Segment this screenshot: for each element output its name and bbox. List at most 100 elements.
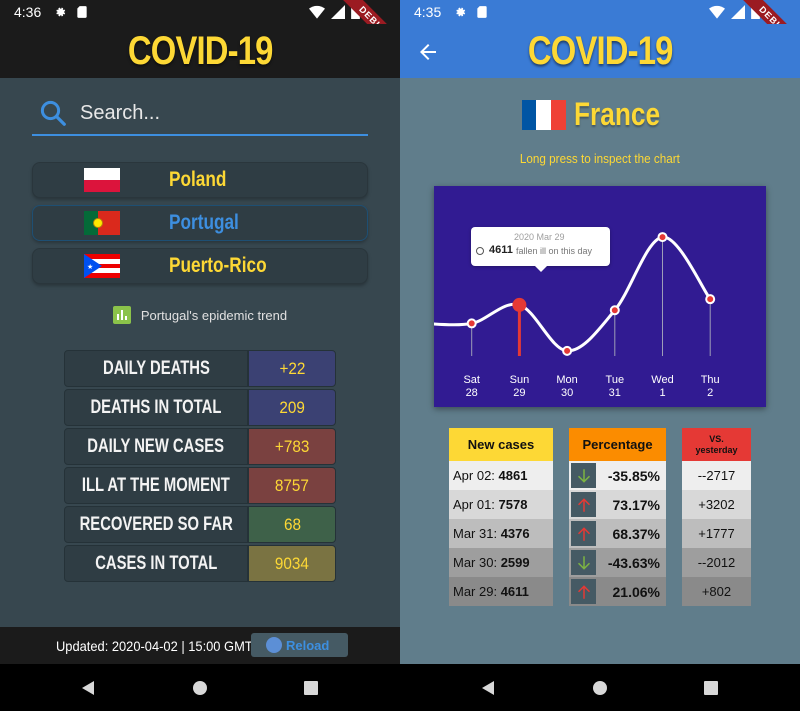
status-bar: 4:35 [400,0,800,24]
x-tick-day: Thu [701,374,720,386]
puerto-rico-flag-icon: ★ [84,254,120,278]
data-point[interactable] [562,345,573,356]
vs-yesterday-cell: +802 [682,577,751,606]
stat-value: 9034 [274,553,310,573]
left-screen: 4:36 DEBUG COVID-19 Poland Portu [0,0,400,664]
reload-button[interactable]: Reload [251,633,348,657]
stat-label: ILL AT THE MOMENT [82,474,230,496]
updated-label: Updated: 2020-04-02 | 15:00 GMT [56,637,253,654]
stat-label: DEATHS IN TOTAL [90,396,222,418]
battery-icon [751,5,760,19]
percentage-cell: -35.85% [569,461,666,490]
country-item-poland[interactable]: Poland [32,162,368,198]
new-cases-cell: Apr 02: 4861 [449,461,553,490]
nav-back-icon[interactable] [80,680,96,696]
chart-svg: Fri27Sat28Sun29Mon30Tue31Wed1Thu2 [434,232,720,399]
country-name: Puerto-Rico [169,254,267,277]
nav-home-icon[interactable] [192,680,208,696]
stat-value: 209 [279,397,305,417]
app-bar: COVID-19 [0,24,400,78]
battery-icon [351,5,360,19]
bar-chart-icon [112,306,131,324]
x-tick-day: Tue [606,374,625,386]
tooltip-marker-icon [476,247,484,255]
data-point[interactable] [609,305,620,316]
chart-hint: Long press to inspect the chart [519,151,681,166]
data-point[interactable] [466,318,477,329]
back-arrow-icon[interactable] [416,40,440,64]
x-tick-date: 29 [513,387,525,399]
new-cases-header: New cases [449,428,553,461]
chart-tooltip: 2020 Mar 29 4611 fallen ill on this day [471,227,610,272]
poland-flag-icon [84,168,120,192]
data-point[interactable] [705,294,716,305]
app-title: COVID-19 [127,28,274,73]
portugal-flag-icon [84,211,120,235]
cell-percent: -43.63% [607,554,660,571]
stat-row: RECOVERED SO FAR 68 [64,506,336,543]
cell-date: Mar 31: [453,526,498,541]
epidemic-trend-link[interactable]: Portugal's epidemic trend [0,306,400,324]
new-cases-cell: Mar 29: 4611 [449,577,553,606]
stat-value: +22 [279,358,305,378]
stat-row: DEATHS IN TOTAL 209 [64,389,336,426]
nav-home-icon[interactable] [592,680,608,696]
stat-value: 68 [283,514,301,534]
percentage-cell: 21.06% [569,577,666,606]
cases-chart[interactable]: Fri27Sat28Sun29Mon30Tue31Wed1Thu2 2020 M… [434,186,766,407]
status-time: 4:36 [14,4,42,20]
selected-point[interactable] [512,297,527,312]
cell-cases: 4861 [498,468,528,483]
tooltip-label: fallen ill on this day [516,246,593,256]
cell-percent: 21.06% [612,583,660,600]
cell-date: Mar 29: [453,584,498,599]
stats-table: DAILY DEATHS +22 DEATHS IN TOTAL 209 DAILY… [64,350,336,584]
wifi-icon [709,5,725,19]
stat-label: CASES IN TOTAL [94,552,218,574]
country-header: France [400,96,800,133]
cell-percent: -35.85% [607,467,660,484]
nav-recents-icon[interactable] [303,680,319,696]
app-title: COVID-19 [527,28,674,73]
cell-vs: +1777 [698,526,735,541]
arrow-up-icon [571,579,596,604]
cell-vs: --2717 [697,468,736,483]
status-bar: 4:36 [0,0,400,24]
cell-percent: 68.37% [612,525,660,542]
x-tick-day: Sun [510,374,530,386]
country-item-puerto-rico[interactable]: ★ Puerto-Rico [32,248,368,284]
data-point[interactable] [657,232,668,243]
vs-yesterday-cell: --2717 [682,461,751,490]
signal-icon [331,5,345,19]
new-cases-cell: Mar 31: 4376 [449,519,553,548]
arrow-up-icon [571,521,596,546]
search-input[interactable] [80,101,340,125]
nav-recents-icon[interactable] [703,680,719,696]
nav-back-icon[interactable] [480,680,496,696]
sd-card-icon [477,6,487,18]
country-name: Poland [169,168,227,191]
right-screen: 4:35 DEBUG COVID-19 France Long press to… [400,0,800,664]
cell-cases: 4376 [500,526,530,541]
stat-row: DAILY NEW CASES +783 [64,428,336,465]
cell-date: Apr 01: [453,497,495,512]
app-bar: COVID-19 [400,24,800,78]
country-item-portugal[interactable]: Portugal [32,205,368,241]
x-tick-day: Wed [651,374,673,386]
status-time: 4:35 [414,4,442,20]
x-tick-day: Mon [556,374,577,386]
arrow-down-icon [571,550,596,575]
percentage-cell: 68.37% [569,519,666,548]
x-tick-date: 2 [707,387,713,399]
new-cases-column: New cases Apr 02: 4861 Apr 01: 7578 Mar 31… [449,428,553,606]
stat-value: 8757 [274,475,310,495]
percentage-column: Percentage -35.85% 73.17% 68.37% -43.63% 21.… [569,428,666,606]
percentage-header: Percentage [569,428,666,461]
search-bar[interactable] [32,92,368,136]
vs-yesterday-cell: +3202 [682,490,751,519]
system-nav-bar [0,664,800,711]
country-list: Poland Portugal ★ Puerto-Rico [32,162,368,291]
cell-date: Mar 30: [453,555,498,570]
cell-cases: 4611 [500,584,529,599]
reload-icon [266,637,282,653]
